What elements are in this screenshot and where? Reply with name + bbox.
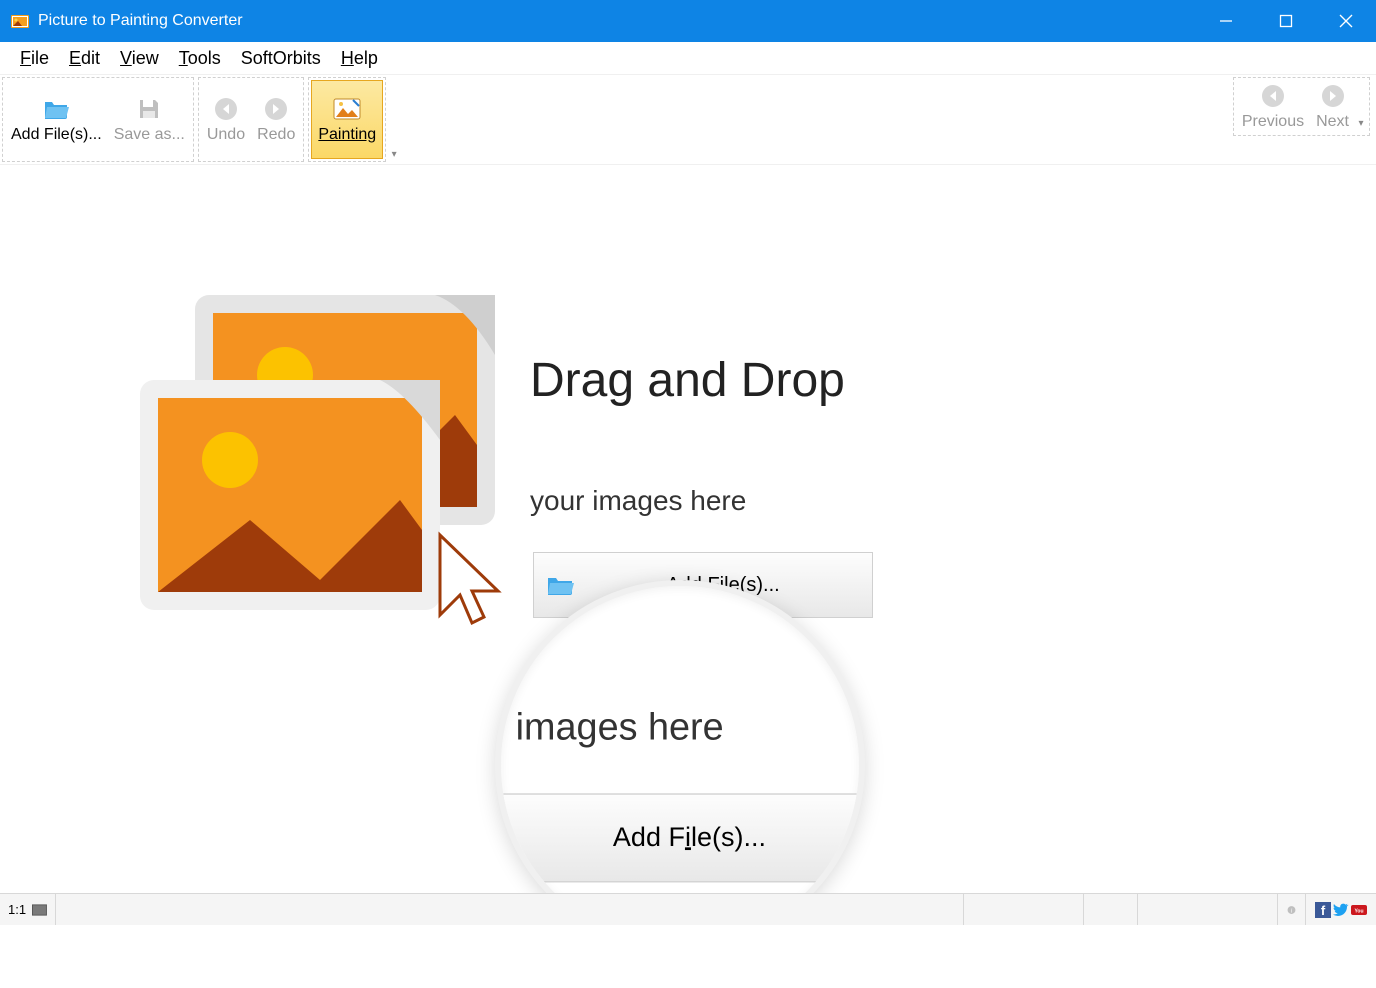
- menu-help[interactable]: Help: [333, 46, 386, 71]
- svg-text:f: f: [1321, 903, 1326, 918]
- drop-subtitle: your images here: [530, 485, 746, 517]
- undo-icon: [212, 95, 240, 123]
- redo-icon: [262, 95, 290, 123]
- previous-icon: [1259, 82, 1287, 110]
- status-cell-3: [1084, 894, 1138, 925]
- menu-tools[interactable]: Tools: [171, 46, 229, 71]
- toolbar-nav-overflow-icon[interactable]: ▾: [1355, 80, 1367, 133]
- svg-text:You: You: [1354, 908, 1363, 914]
- status-social: f You: [1306, 894, 1376, 925]
- menu-edit[interactable]: Edit: [61, 46, 108, 71]
- save-icon: [135, 95, 163, 123]
- toolbar-overflow-icon[interactable]: ▾: [388, 75, 400, 164]
- maximize-button[interactable]: [1256, 0, 1316, 42]
- toolbar-group-file: Add File(s)... Save as...: [2, 77, 194, 162]
- toolbar-group-painting: Painting: [308, 77, 386, 162]
- next-icon: [1319, 82, 1347, 110]
- toolbar: Add File(s)... Save as... Undo Redo: [0, 75, 1376, 165]
- svg-text:i: i: [1291, 907, 1293, 914]
- toolbar-group-nav: Previous Next ▾: [1233, 77, 1370, 136]
- next-button[interactable]: Next: [1310, 80, 1355, 133]
- minimize-button[interactable]: [1196, 0, 1256, 42]
- toolbar-group-edit: Undo Redo: [198, 77, 305, 162]
- statusbar: 1:1 i f You: [0, 893, 1376, 925]
- twitter-icon[interactable]: [1333, 901, 1349, 919]
- magnifier-add-files-button[interactable]: Add File(s)...: [495, 793, 865, 882]
- drop-title: Drag and Drop: [530, 353, 845, 408]
- info-icon: i: [1287, 901, 1296, 919]
- save-as-button[interactable]: Save as...: [108, 80, 191, 159]
- redo-button[interactable]: Redo: [251, 80, 301, 159]
- youtube-icon[interactable]: You: [1351, 901, 1367, 919]
- status-cell-2: [964, 894, 1084, 925]
- redo-label: Redo: [257, 125, 295, 144]
- painting-icon: [333, 95, 361, 123]
- titlebar: Picture to Painting Converter: [0, 0, 1376, 42]
- facebook-icon[interactable]: f: [1315, 901, 1331, 919]
- undo-button[interactable]: Undo: [201, 80, 251, 159]
- status-info[interactable]: i: [1278, 894, 1306, 925]
- add-files-label: Add File(s)...: [11, 125, 102, 144]
- viewport-padding: [0, 925, 1376, 988]
- status-main: [56, 894, 964, 925]
- zoom-label: 1:1: [8, 902, 26, 917]
- painting-label: Painting: [318, 125, 376, 144]
- painting-button[interactable]: Painting: [311, 80, 383, 159]
- save-as-label: Save as...: [114, 125, 185, 144]
- previous-button[interactable]: Previous: [1236, 80, 1310, 133]
- menu-view[interactable]: View: [112, 46, 167, 71]
- canvas-area[interactable]: Drag and Drop your images here Add File(…: [0, 165, 1376, 892]
- fit-screen-icon: [32, 904, 47, 916]
- photo-stack-icon: [140, 295, 540, 695]
- status-cell-4: [1138, 894, 1278, 925]
- menu-file[interactable]: File: [12, 46, 57, 71]
- menu-softorbits[interactable]: SoftOrbits: [233, 46, 329, 71]
- previous-label: Previous: [1242, 112, 1304, 131]
- magnifier-add-files-label: Add File(s)...: [495, 822, 865, 853]
- next-label: Next: [1316, 112, 1349, 131]
- menubar: File Edit View Tools SoftOrbits Help: [0, 42, 1376, 75]
- magnifier-subtitle: your images here: [495, 706, 724, 749]
- close-button[interactable]: [1316, 0, 1376, 42]
- add-files-button[interactable]: Add File(s)...: [5, 80, 108, 159]
- window-title: Picture to Painting Converter: [38, 12, 243, 30]
- folder-open-icon: [42, 95, 70, 123]
- app-icon: [10, 11, 30, 31]
- zoom-indicator[interactable]: 1:1: [0, 894, 56, 925]
- undo-label: Undo: [207, 125, 245, 144]
